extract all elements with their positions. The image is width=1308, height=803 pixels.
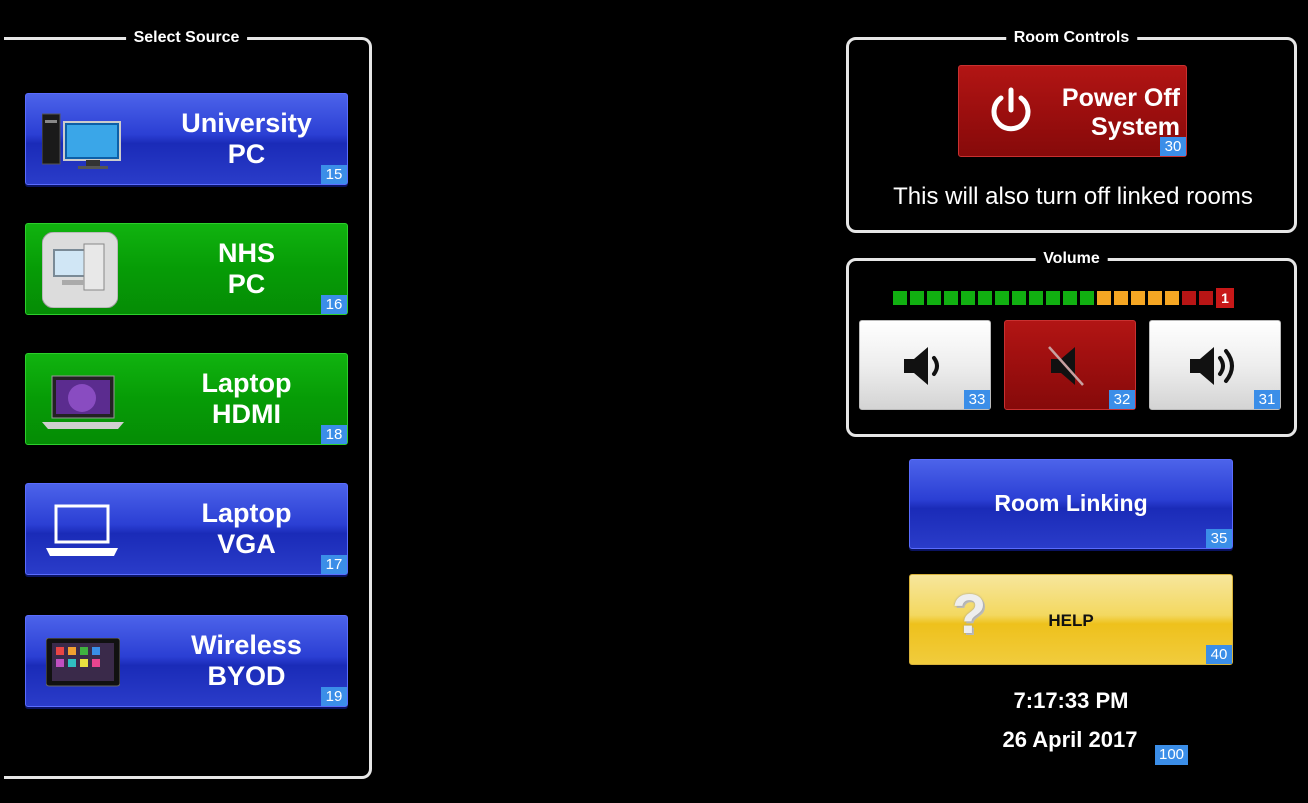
button-number-badge: 15 xyxy=(321,165,347,184)
power-off-system-button[interactable]: Power Off System 30 xyxy=(958,65,1187,157)
power-off-label-line1: Power Off xyxy=(1061,84,1180,112)
volume-meter: 1 xyxy=(893,288,1234,308)
source-label-line2: HDMI xyxy=(212,399,281,429)
volume-segment xyxy=(1063,291,1077,305)
volume-segment xyxy=(1114,291,1128,305)
power-icon xyxy=(991,87,1031,132)
help-button[interactable]: ? HELP 40 xyxy=(909,574,1233,665)
source-label-line1: Laptop xyxy=(201,498,292,528)
source-label: Wireless BYOD xyxy=(146,616,347,706)
volume-segment xyxy=(978,291,992,305)
button-number-badge: 35 xyxy=(1206,529,1232,548)
room-controls-title: Room Controls xyxy=(1005,29,1138,47)
volume-segment xyxy=(910,291,924,305)
source-button-wireless-byod[interactable]: Wireless BYOD 19 xyxy=(25,615,348,707)
power-off-label: Power Off System xyxy=(1051,84,1180,142)
volume-level: 1 xyxy=(1216,288,1234,308)
volume-up-button[interactable]: 31 xyxy=(1149,320,1281,410)
source-label-line2: PC xyxy=(227,139,266,169)
volume-down-icon xyxy=(904,347,939,385)
clock-date: 26 April 2017 xyxy=(1002,727,1138,752)
source-label-line1: Laptop xyxy=(201,368,292,398)
button-number-badge: 32 xyxy=(1109,390,1135,409)
help-label: HELP xyxy=(1048,611,1094,630)
button-number-badge: 19 xyxy=(321,687,347,706)
volume-segment xyxy=(1182,291,1196,305)
volume-down-button[interactable]: 33 xyxy=(859,320,991,410)
volume-segment xyxy=(927,291,941,305)
button-number-badge: 31 xyxy=(1254,390,1280,409)
source-label: University PC xyxy=(146,94,347,184)
button-number-badge: 18 xyxy=(321,425,347,444)
volume-segment xyxy=(893,291,907,305)
volume-segment xyxy=(1097,291,1111,305)
button-number-badge: 30 xyxy=(1160,137,1186,156)
source-label-line2: BYOD xyxy=(207,661,286,691)
source-label: NHS PC xyxy=(146,224,347,314)
laptop-outline-icon xyxy=(46,504,118,556)
room-linking-label: Room Linking xyxy=(994,490,1148,516)
mute-button[interactable]: 32 xyxy=(1004,320,1136,410)
clock-time: 7:17:33 PM xyxy=(1013,688,1129,713)
desktop-computer-icon xyxy=(42,113,121,169)
source-label-line1: University xyxy=(181,108,312,138)
volume-segment xyxy=(944,291,958,305)
volume-segment xyxy=(1080,291,1094,305)
volume-segment xyxy=(1148,291,1162,305)
volume-up-icon xyxy=(1190,347,1234,385)
source-button-university-pc[interactable]: University PC 15 xyxy=(25,93,348,185)
volume-segment xyxy=(1029,291,1043,305)
button-number-badge: 40 xyxy=(1206,645,1232,664)
tablet-icon xyxy=(46,638,120,687)
mute-icon xyxy=(1048,346,1084,386)
source-label-line2: PC xyxy=(227,269,266,299)
workstation-icon xyxy=(42,232,118,308)
volume-segment xyxy=(1131,291,1145,305)
select-source-title: Select Source xyxy=(125,29,248,47)
volume-segment xyxy=(961,291,975,305)
laptop-icon xyxy=(42,375,124,429)
volume-segment xyxy=(1199,291,1213,305)
source-button-laptop-hdmi[interactable]: Laptop HDMI 18 xyxy=(25,353,348,445)
button-number-badge: 17 xyxy=(321,555,347,574)
source-label-line1: Wireless xyxy=(191,630,302,660)
source-label-line1: NHS xyxy=(217,238,275,268)
volume-segment xyxy=(1012,291,1026,305)
volume-segment xyxy=(995,291,1009,305)
linked-rooms-note: This will also turn off linked rooms xyxy=(893,183,1253,210)
button-number-badge: 33 xyxy=(964,390,990,409)
source-label: Laptop HDMI xyxy=(146,354,347,444)
volume-title: Volume xyxy=(1035,250,1108,268)
source-button-laptop-vga[interactable]: Laptop VGA 17 xyxy=(25,483,348,575)
clock-number-badge: 100 xyxy=(1155,745,1189,765)
button-number-badge: 16 xyxy=(321,295,347,314)
room-linking-button[interactable]: Room Linking 35 xyxy=(909,459,1233,549)
volume-segment xyxy=(1165,291,1179,305)
source-label-line2: VGA xyxy=(217,529,276,559)
source-label: Laptop VGA xyxy=(146,484,347,574)
volume-segment xyxy=(1046,291,1060,305)
source-button-nhs-pc[interactable]: NHS PC 16 xyxy=(25,223,348,315)
